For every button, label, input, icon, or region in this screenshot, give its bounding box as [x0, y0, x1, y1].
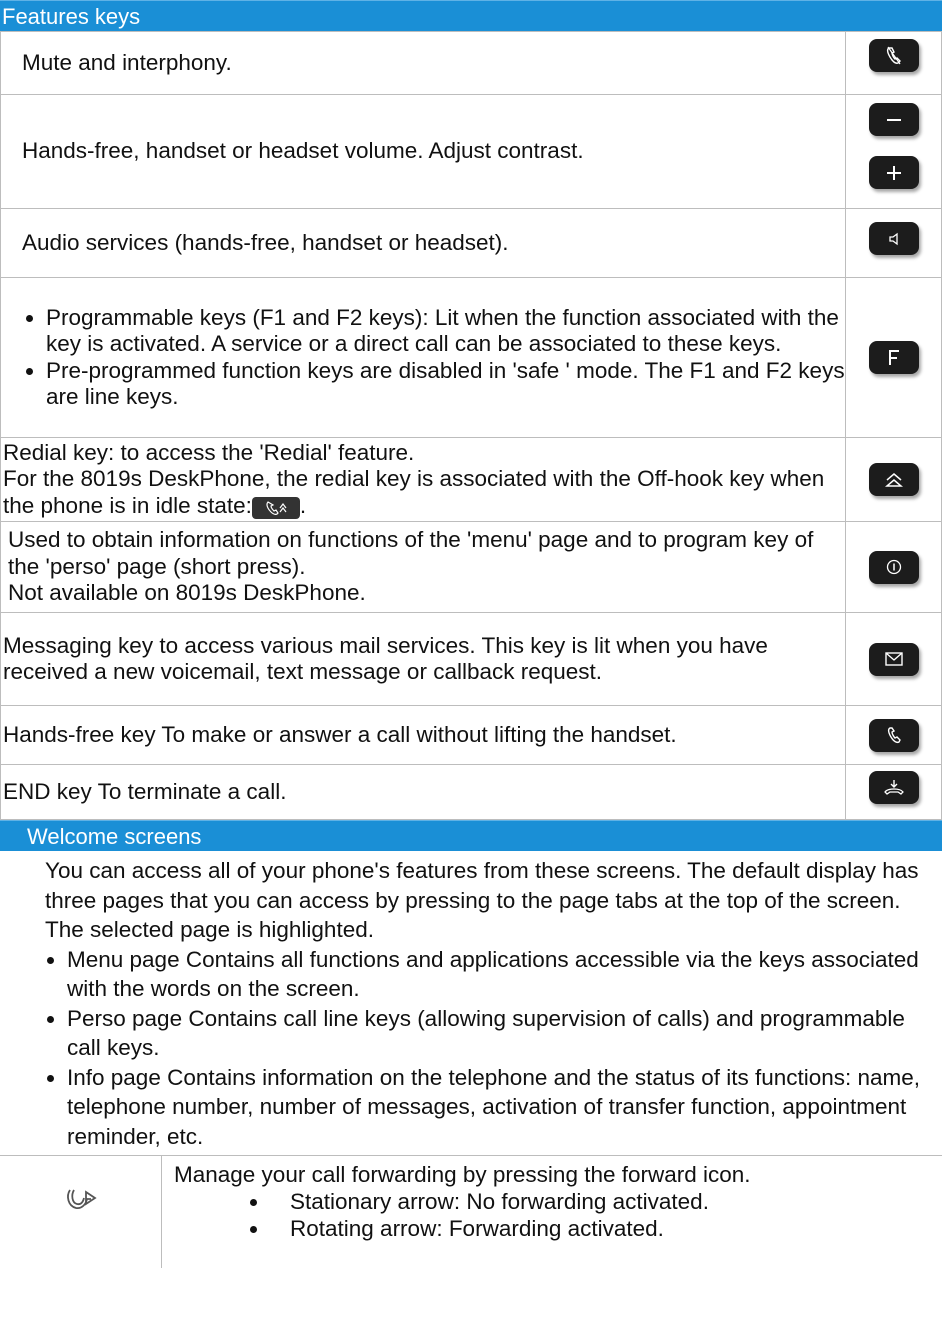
handset-icon [887, 727, 901, 744]
row-description: Hands-free, handset or headset volume. A… [0, 94, 846, 209]
table-row: Mute and interphony. [0, 31, 942, 95]
row-description: Mute and interphony. [0, 31, 846, 95]
table-row: Audio services (hands-free, handset or h… [0, 208, 942, 278]
features-header: Features keys [0, 0, 942, 31]
table-row: Redial key: to access the 'Redial' featu… [0, 437, 942, 522]
f-key-icon [888, 349, 899, 365]
redial-key[interactable] [868, 463, 919, 496]
table-row: Hands-free key To make or answer a call … [0, 705, 942, 765]
list-item: Stationary arrow: No forwarding activate… [270, 1188, 751, 1215]
redial-icon [884, 472, 903, 487]
list-item: Pre-programmed function keys are disable… [46, 358, 845, 411]
end-key[interactable] [868, 771, 919, 804]
volume-up-key[interactable] [868, 156, 919, 189]
welcome-body: You can access all of your phone's featu… [0, 851, 942, 1151]
info-line-1: Used to obtain information on functions … [8, 527, 814, 579]
redial-line-1: Redial key: to access the 'Redial' featu… [3, 439, 415, 465]
hands-free-key[interactable] [868, 718, 919, 752]
mute-key[interactable] [868, 39, 919, 72]
speaker-icon [888, 232, 898, 245]
info-line-2: Not available on 8019s DeskPhone. [8, 580, 366, 606]
table-row: Programmable keys (F1 and F2 keys): Lit … [0, 277, 942, 438]
redial-line-3: . [299, 492, 307, 518]
volume-down-key[interactable] [868, 103, 919, 136]
redial-line-2: For the 8019s DeskPhone, the redial key … [3, 466, 825, 518]
table-row: END key To terminate a call. [0, 764, 942, 820]
list-item: Rotating arrow: Forwarding activated. [270, 1215, 751, 1242]
audio-services-key[interactable] [868, 222, 919, 255]
minus-icon [886, 118, 901, 121]
offhook-redial-inline-icon [251, 496, 300, 519]
page: Features keys Mute and interphony. Hands… [0, 0, 942, 1268]
list-item: Info page Contains information on the te… [67, 1063, 942, 1152]
features-table: Mute and interphony. Hands-free, handset… [0, 31, 942, 820]
forwarding-description: Manage your call forwarding by pressing … [174, 1162, 751, 1187]
programmable-keys-list: Programmable keys (F1 and F2 keys): Lit … [1, 305, 845, 411]
info-icon [886, 559, 901, 575]
envelope-icon [884, 652, 903, 666]
messaging-key[interactable] [868, 642, 919, 676]
welcome-header: Welcome screens [0, 820, 942, 851]
table-row: Messaging key to access various mail ser… [0, 612, 942, 706]
row-description: Hands-free key To make or answer a call … [0, 705, 846, 765]
plus-icon [886, 165, 901, 180]
forwarding-states-list: Stationary arrow: No forwarding activate… [174, 1188, 751, 1242]
welcome-pages-list: Menu page Contains all functions and app… [45, 945, 942, 1152]
row-description: Audio services (hands-free, handset or h… [0, 208, 846, 278]
f-key[interactable] [868, 341, 919, 374]
list-item: Perso page Contains call line keys (allo… [67, 1004, 942, 1063]
info-key[interactable] [868, 550, 919, 584]
list-item: Menu page Contains all functions and app… [67, 945, 942, 1004]
forward-arrow-icon[interactable] [64, 1182, 98, 1212]
row-description: END key To terminate a call. [0, 764, 846, 820]
table-row: Used to obtain information on functions … [0, 521, 942, 613]
hangup-icon [883, 779, 904, 795]
table-row: Hands-free, handset or headset volume. A… [0, 94, 942, 209]
mute-icon [886, 46, 901, 64]
forwarding-row: Manage your call forwarding by pressing … [0, 1155, 942, 1268]
row-description: Messaging key to access various mail ser… [0, 612, 846, 706]
welcome-intro: You can access all of your phone's featu… [45, 858, 919, 942]
list-item: Programmable keys (F1 and F2 keys): Lit … [46, 305, 845, 358]
